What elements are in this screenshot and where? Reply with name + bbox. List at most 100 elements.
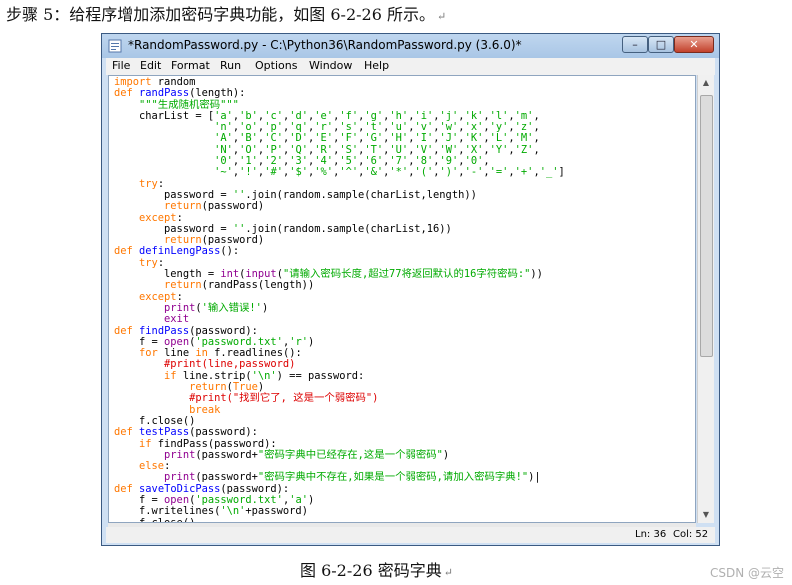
code-token: try [139,177,158,190]
code-token: 'j' [439,109,459,122]
menu-edit[interactable]: Edit [140,59,161,72]
code-token: random [151,76,196,88]
code-token: length = [114,268,221,281]
code-token: 'K' [464,132,484,145]
code-token: 'A' [214,132,233,145]
code-token: )) [530,268,543,281]
code-token: 'x' [464,121,484,134]
code-editor[interactable]: import random def randPass(length): """生成… [108,75,696,523]
code-line[interactable]: def definLengPass(): [114,246,565,257]
code-token: '7' [389,155,409,168]
code-token: 'c' [264,109,283,122]
code-token: 'password.txt' [195,335,283,348]
code-token: def [114,245,133,258]
code-token: definLengPass [139,245,221,258]
code-token: '^' [339,166,359,179]
code-token: randPass [139,87,190,100]
close-button[interactable]: ✕ [674,36,714,53]
python-file-icon [108,39,122,53]
code-token: '&' [364,166,384,179]
code-token: if [164,369,177,382]
code-token: (password+ [195,448,258,461]
code-token: .join(random.sample(charList,16)) [245,222,452,235]
paragraph-mark-icon: ↵ [436,10,447,23]
code-token: print [164,301,196,314]
vertical-scrollbar[interactable]: ▲ ▼ [697,75,714,523]
code-token: (length): [189,87,246,100]
code-token: 'password.txt' [195,493,283,506]
code-token: 'R' [314,143,334,156]
code-token: 'Z' [514,143,534,156]
code-token: '#' [264,166,283,179]
code-token: , [533,143,540,156]
code-token: ) [307,493,315,506]
scroll-down-icon[interactable]: ▼ [698,507,714,523]
code-text[interactable]: import random def randPass(length): """生成… [114,76,565,522]
code-token: (password): [189,426,258,439]
code-token: 'F' [339,132,359,145]
code-token: findPass(password): [151,437,277,450]
code-token: 'S' [339,143,359,156]
code-token: '_' [539,166,559,179]
menu-file[interactable]: File [112,59,130,72]
code-line[interactable]: print(password+"密码字典中已经存在,这是一个弱密码") [114,448,565,461]
code-token: 'd' [289,109,309,122]
code-token: 'r' [289,335,308,348]
code-token: : [157,177,165,190]
status-bar: Ln: 36 Col: 52 [106,527,715,543]
code-token: '-' [464,166,484,179]
menu-run[interactable]: Run [220,59,241,72]
menu-format[interactable]: Format [171,59,210,72]
scroll-thumb[interactable] [700,95,713,357]
code-token: '' [232,222,246,235]
code-token: 'L' [489,132,509,145]
code-token: (password) [201,234,265,247]
code-token: , [483,155,490,168]
code-token: , [533,132,540,145]
code-token: '输入错误!' [201,301,262,314]
code-token: f.close() [114,414,196,427]
code-token: input [245,268,277,281]
code-token: try [139,256,158,269]
code-token: 'Y' [489,143,509,156]
code-token: def [114,324,133,337]
code-token: open [164,493,190,506]
code-token: '6' [364,155,384,168]
code-token: 'w' [439,121,459,134]
minimize-button[interactable]: – [622,36,648,53]
code-token: #print("找到它了, 这是一个弱密码") [189,392,379,405]
menu-window[interactable]: Window [309,59,352,72]
code-token: testPass [139,426,190,439]
menu-options[interactable]: Options [255,59,297,72]
code-token: int [220,268,240,281]
status-col: Col: 52 [673,529,709,540]
code-token: def [114,87,133,100]
code-token: (): [220,245,240,258]
scroll-up-icon[interactable]: ▲ [698,75,714,91]
code-token: return [164,234,202,247]
code-line[interactable]: '~','!','#','$','%','^','&','*','(',')',… [114,167,565,178]
code-token: open [164,335,190,348]
code-token: 'X' [464,143,484,156]
code-token: '*' [389,166,409,179]
code-token: print [164,448,196,461]
code-token: '(' [414,166,434,179]
window-title: *RandomPassword.py - C:\Python36\RandomP… [128,38,522,52]
code-token: 'u' [389,121,409,134]
code-token: in [195,347,208,360]
code-token: : [176,290,183,303]
code-token: f = [114,335,165,348]
maximize-button[interactable]: □ [648,36,674,53]
code-token: '8' [414,155,434,168]
menu-help[interactable]: Help [364,59,389,72]
title-bar[interactable]: *RandomPassword.py - C:\Python36\RandomP… [102,34,719,58]
